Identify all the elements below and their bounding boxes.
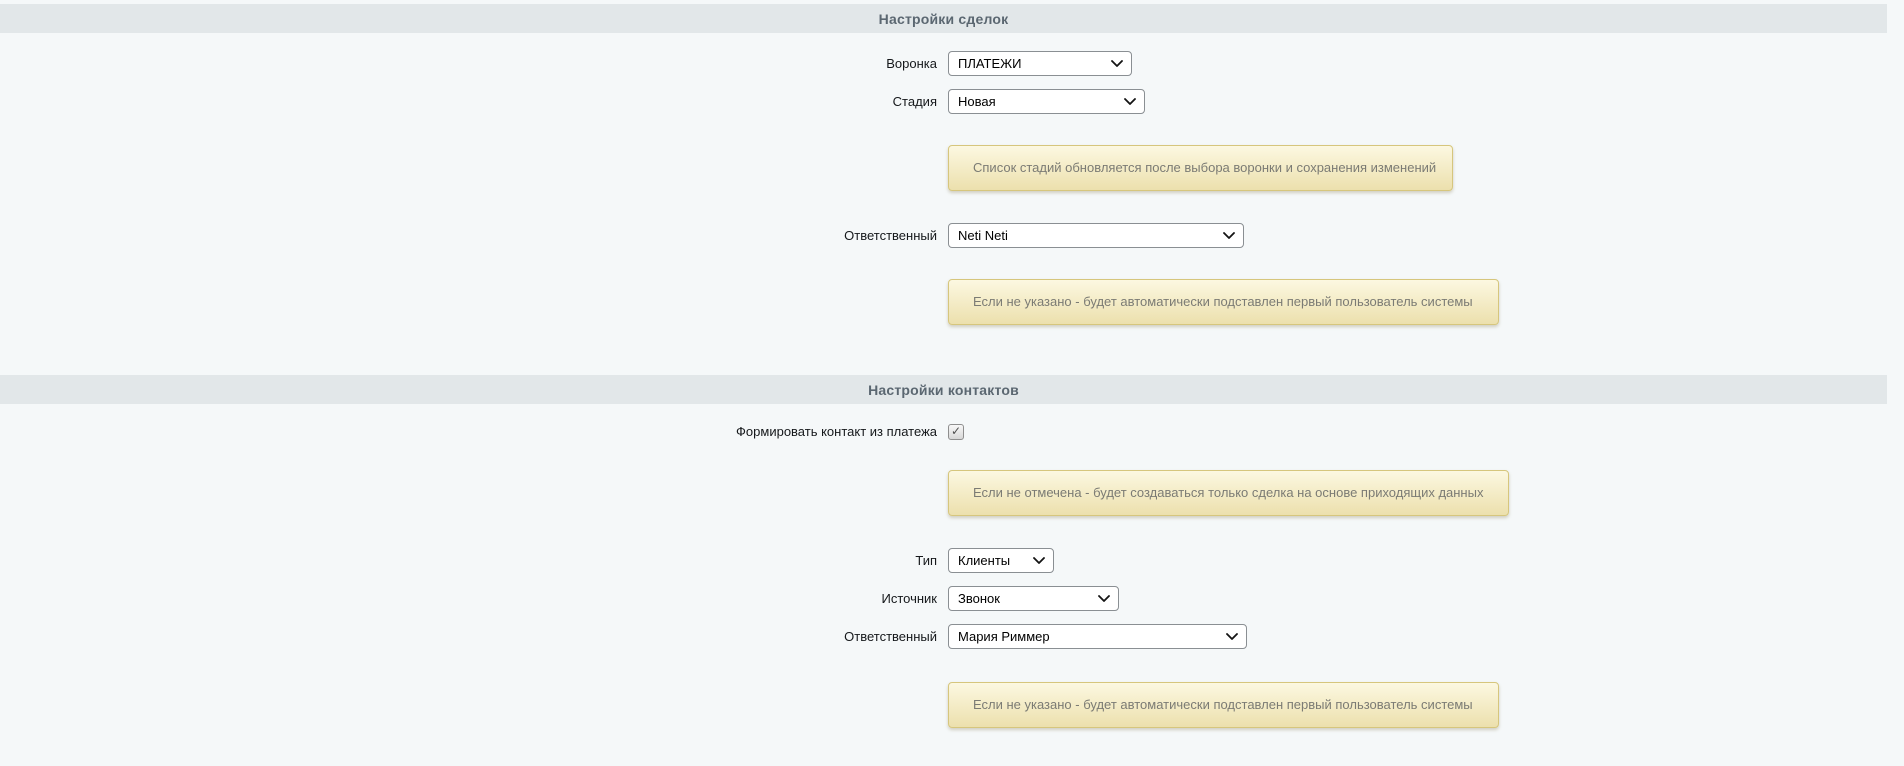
stage-select[interactable]: Новая [948, 89, 1145, 114]
stage-label: Стадия [0, 94, 948, 110]
contact-responsible-label: Ответственный [0, 629, 948, 645]
contact-type-row: Тип Клиенты [0, 548, 1887, 573]
create-contact-note-row: Если не отмечена - будет создаваться тол… [0, 470, 1887, 516]
contact-source-selected-value: Звонок [958, 591, 1000, 606]
settings-page: Настройки сделок Воронка ПЛАТЕЖИ Стадия … [0, 0, 1904, 766]
funnel-selected-value: ПЛАТЕЖИ [958, 56, 1022, 71]
create-contact-label: Формировать контакт из платежа [0, 424, 948, 440]
deal-responsible-label: Ответственный [0, 228, 948, 244]
info-note-text: Если не указано - будет автоматически по… [973, 697, 1473, 712]
funnel-row: Воронка ПЛАТЕЖИ [0, 51, 1887, 76]
create-contact-row: Формировать контакт из платежа ✓ [0, 424, 1887, 440]
contact-source-select[interactable]: Звонок [948, 586, 1119, 611]
chevron-down-icon [1226, 633, 1238, 640]
contact-type-selected-value: Клиенты [958, 553, 1010, 568]
chevron-down-icon [1223, 232, 1235, 239]
funnel-select[interactable]: ПЛАТЕЖИ [948, 51, 1132, 76]
chevron-down-icon [1098, 595, 1110, 602]
chevron-down-icon [1124, 98, 1136, 105]
deal-responsible-note-row: Если не указано - будет автоматически по… [0, 279, 1887, 325]
stage-note-row: Список стадий обновляется после выбора в… [0, 145, 1887, 191]
deal-responsible-selected-value: Neti Neti [958, 228, 1008, 243]
contact-source-row: Источник Звонок [0, 586, 1887, 611]
checkmark-icon: ✓ [951, 425, 961, 437]
info-note: Список стадий обновляется после выбора в… [948, 145, 1453, 191]
info-note: Если не указано - будет автоматически по… [948, 682, 1499, 728]
funnel-label: Воронка [0, 56, 948, 72]
deals-section-header: Настройки сделок [0, 4, 1887, 33]
chevron-down-icon [1111, 60, 1123, 67]
contact-responsible-row: Ответственный Мария Риммер [0, 624, 1887, 649]
settings-form: Настройки сделок Воронка ПЛАТЕЖИ Стадия … [0, 4, 1887, 728]
deals-section-title: Настройки сделок [879, 11, 1009, 27]
info-note-text: Если не указано - будет автоматически по… [973, 294, 1473, 309]
info-note-text: Если не отмечена - будет создаваться тол… [973, 485, 1483, 500]
info-note-text: Список стадий обновляется после выбора в… [973, 160, 1436, 175]
stage-selected-value: Новая [958, 94, 996, 109]
info-note: Если не отмечена - будет создаваться тол… [948, 470, 1509, 516]
deal-responsible-row: Ответственный Neti Neti [0, 223, 1887, 248]
contact-type-select[interactable]: Клиенты [948, 548, 1054, 573]
contact-source-label: Источник [0, 591, 948, 607]
contact-responsible-note-row: Если не указано - будет автоматически по… [0, 682, 1887, 728]
contact-responsible-selected-value: Мария Риммер [958, 629, 1050, 644]
create-contact-checkbox[interactable]: ✓ [948, 424, 964, 440]
stage-row: Стадия Новая [0, 89, 1887, 114]
contacts-section-header: Настройки контактов [0, 375, 1887, 404]
info-note: Если не указано - будет автоматически по… [948, 279, 1499, 325]
contacts-section-title: Настройки контактов [868, 382, 1019, 398]
contact-responsible-select[interactable]: Мария Риммер [948, 624, 1247, 649]
chevron-down-icon [1033, 557, 1045, 564]
deal-responsible-select[interactable]: Neti Neti [948, 223, 1244, 248]
contact-type-label: Тип [0, 553, 948, 569]
